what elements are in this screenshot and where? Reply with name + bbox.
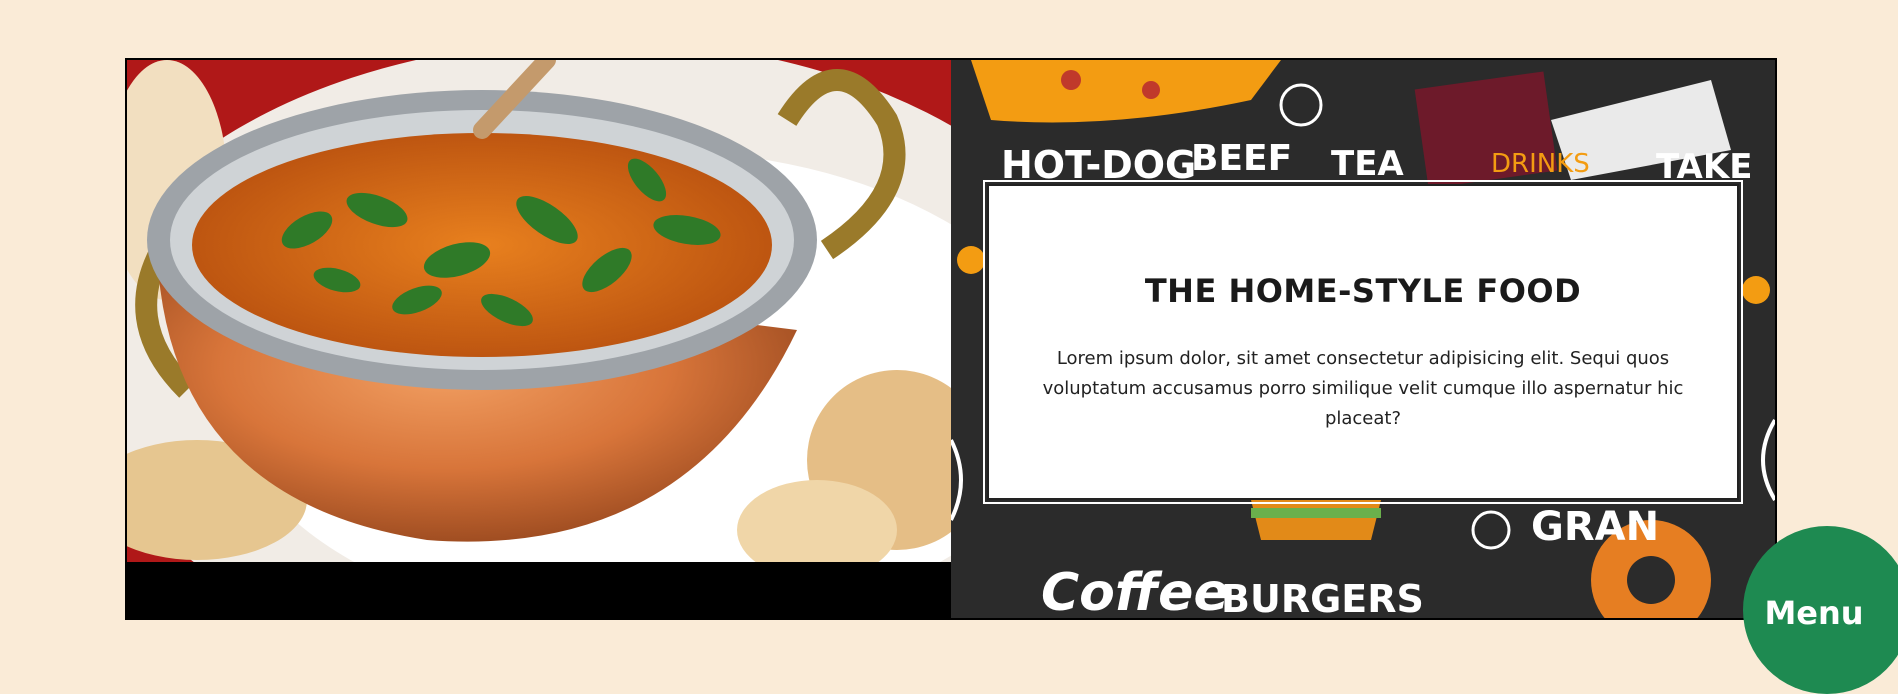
feature-title: THE HOME-STYLE FOOD bbox=[1144, 272, 1582, 310]
pattern-word-drinks: DRINKS bbox=[1491, 149, 1590, 179]
pattern-word-take: TAKE bbox=[1656, 147, 1752, 187]
food-photo bbox=[127, 60, 951, 618]
menu-button[interactable]: Menu bbox=[1743, 526, 1898, 694]
pattern-word-gran: GRAN bbox=[1531, 504, 1659, 550]
pattern-word-beef: BEEF bbox=[1191, 138, 1292, 179]
menu-button-label: Menu bbox=[1764, 594, 1864, 632]
pattern-word-tea: TEA bbox=[1331, 144, 1404, 184]
feature-description: Lorem ipsum dolor, sit amet consectetur … bbox=[1042, 348, 1684, 429]
pattern-word-coffee: Coffee bbox=[1041, 563, 1229, 618]
food-doodle-pattern: HOT-DOG BEEF TEA TAKE DRINKS Coffee BURG… bbox=[951, 60, 1775, 618]
curry-image bbox=[127, 60, 951, 562]
pattern-word-hot-dog: HOT-DOG bbox=[1001, 143, 1196, 187]
pattern-word-burgers: BURGERS bbox=[1221, 577, 1424, 618]
feature-card: THE HOME-STYLE FOOD Lorem ipsum dolor, s… bbox=[983, 180, 1743, 504]
feature-section: HOT-DOG BEEF TEA TAKE DRINKS Coffee BURG… bbox=[125, 58, 1777, 620]
